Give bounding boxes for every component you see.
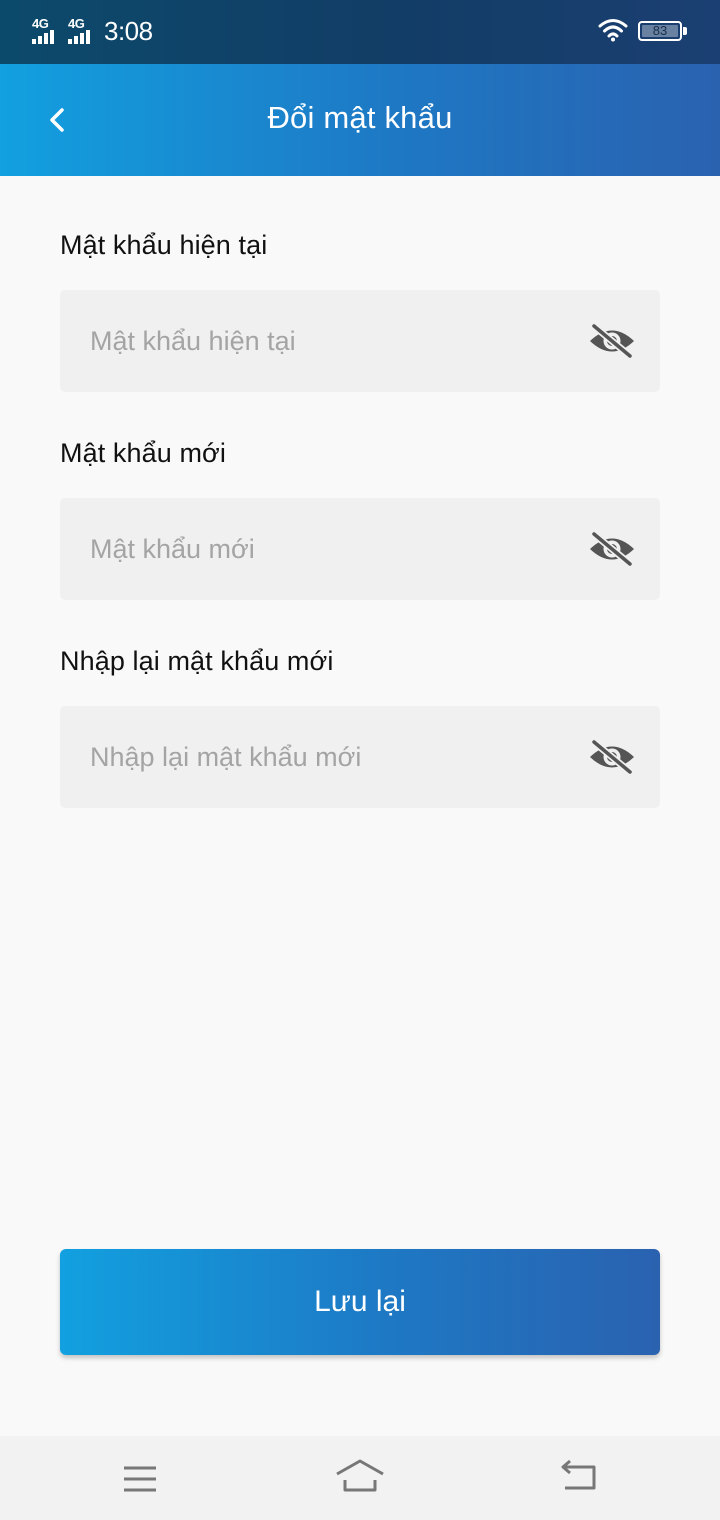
current-password-label: Mật khẩu hiện tại (60, 230, 268, 260)
back-arrow-icon (561, 1459, 596, 1490)
save-button[interactable]: Lưu lại (60, 1249, 660, 1355)
current-password-visibility-toggle[interactable] (588, 322, 636, 360)
wifi-icon (598, 19, 628, 42)
status-bar: 4G 4G 3:08 83 (0, 0, 720, 64)
signal-icon: 4G (32, 16, 62, 44)
confirm-password-field (60, 706, 660, 808)
home-icon (336, 1459, 384, 1492)
network-type-label: 4G (32, 16, 49, 31)
new-password-visibility-toggle[interactable] (588, 530, 636, 568)
new-password-field (60, 498, 660, 600)
current-password-field (60, 290, 660, 392)
status-time: 3:08 (104, 16, 153, 46)
app-header: Đổi mật khẩu (0, 64, 720, 176)
page-title: Đổi mật khẩu (267, 100, 453, 135)
new-password-input[interactable] (90, 498, 570, 600)
home-nav-button[interactable] (330, 1454, 390, 1504)
confirm-password-input[interactable] (90, 706, 570, 808)
menu-nav-button[interactable] (110, 1454, 170, 1504)
battery-icon: 83 (638, 21, 682, 41)
eye-off-icon (590, 322, 634, 360)
confirm-password-visibility-toggle[interactable] (588, 738, 636, 776)
network-type-label: 4G (68, 16, 85, 31)
battery-tip (683, 27, 687, 35)
confirm-password-label: Nhập lại mật khẩu mới (60, 646, 334, 676)
menu-icon (124, 1466, 156, 1492)
signal-icon: 4G (68, 16, 98, 44)
battery-level: 83 (652, 23, 668, 38)
new-password-label: Mật khẩu mới (60, 438, 226, 468)
eye-off-icon (590, 530, 634, 568)
current-password-input[interactable] (90, 290, 570, 392)
eye-off-icon (590, 738, 634, 776)
back-nav-button[interactable] (548, 1454, 608, 1504)
system-nav-bar (0, 1436, 720, 1520)
